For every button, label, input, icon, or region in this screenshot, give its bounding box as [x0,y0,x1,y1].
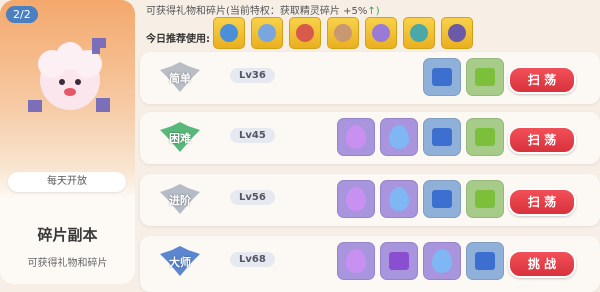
stage-row-hard: 困难 Lv45 扫 荡 [140,112,600,164]
creature-scroll-icon [220,24,238,42]
creature-egg-icon [296,24,314,42]
recommended-creature[interactable] [289,17,321,49]
reward-item[interactable] [380,242,418,280]
green-box-icon [475,190,495,208]
reward-item[interactable] [423,118,461,156]
reward-item[interactable] [466,118,504,156]
mascot-creature-icon [28,38,110,112]
reward-item[interactable] [423,242,461,280]
dungeon-card[interactable]: 2/2 每天开放 碎片副本 可获得礼物和碎片 [0,0,135,284]
recommended-creature[interactable] [441,17,473,49]
recommend-label: 今日推荐使用: [146,34,210,45]
blue-box-icon [432,128,452,146]
reward-item[interactable] [380,180,418,218]
reward-list [318,242,504,280]
green-box-icon [475,128,495,146]
recommended-creature[interactable] [365,17,397,49]
reward-item[interactable] [337,180,375,218]
reward-list [318,180,504,218]
creature-bear-icon [334,24,352,42]
reward-item[interactable] [423,180,461,218]
reward-item[interactable] [466,242,504,280]
level-badge: Lv45 [230,128,275,143]
blue-box-icon [432,190,452,208]
recommended-creature[interactable] [213,17,245,49]
challenge-button[interactable]: 挑 战 [508,250,576,278]
reward-list [318,58,504,96]
blue-drop-icon [389,187,409,211]
recommended-list [213,17,473,49]
difficulty-emblem: 困难 [158,120,202,154]
creature-fish-icon [410,24,428,42]
reward-item[interactable] [423,58,461,96]
level-badge: Lv36 [230,68,275,83]
creature-bird-icon [258,24,276,42]
rewards-description: 可获得礼物和碎片(当前特权：获取精灵碎片 +5%↑) [146,6,380,17]
purple-drop-icon [346,125,366,149]
blue-drop-icon [432,249,452,273]
level-badge: Lv56 [230,190,275,205]
reward-item[interactable] [466,180,504,218]
creature-horn-icon [448,24,466,42]
recommended-creature[interactable] [327,17,359,49]
reward-list [318,118,504,156]
stage-row-advanced: 进阶 Lv56 扫 荡 [140,174,600,226]
reward-item[interactable] [337,242,375,280]
green-box-icon [475,68,495,86]
difficulty-emblem: 大师 [158,244,202,278]
reward-item[interactable] [337,118,375,156]
blue-box-icon [432,68,452,86]
blue-drop-icon [389,125,409,149]
reward-item[interactable] [380,118,418,156]
sweep-button[interactable]: 扫 荡 [508,126,576,154]
reward-item[interactable] [466,58,504,96]
purple-drop-icon [346,187,366,211]
blue-box-icon [475,252,495,270]
difficulty-emblem: 简单 [158,60,202,94]
recommended-creature[interactable] [251,17,283,49]
level-badge: Lv68 [230,252,275,267]
open-status-label: 每天开放 [8,172,126,192]
page-indicator: 2/2 [6,6,38,23]
purple-box-icon [389,252,409,270]
recommended-creature[interactable] [403,17,435,49]
dungeon-subtitle: 可获得礼物和碎片 [27,258,108,269]
sweep-button[interactable]: 扫 荡 [508,188,576,216]
creature-star-icon [372,24,390,42]
stage-row-easy: 简单 Lv36 扫 荡 [140,52,600,104]
bonus-arrow: ↑) [367,6,380,17]
difficulty-emblem: 进阶 [158,182,202,216]
purple-drop-icon [346,249,366,273]
sweep-button[interactable]: 扫 荡 [508,66,576,94]
dungeon-title: 碎片副本 [37,226,98,244]
